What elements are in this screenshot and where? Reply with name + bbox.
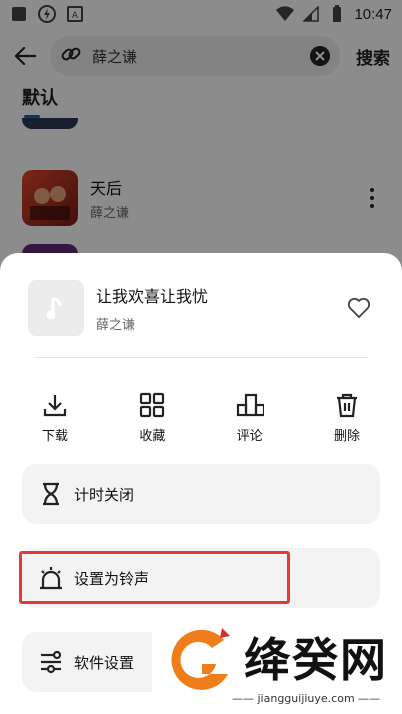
sheet-artist: 薛之谦 — [96, 318, 136, 333]
hourglass-icon — [38, 481, 64, 507]
trash-icon — [333, 391, 361, 419]
action-row: 下载 收藏 评论 删除 — [24, 391, 378, 444]
settings-icon — [38, 649, 64, 675]
sheet-song-title: 让我欢喜让我忧 — [96, 287, 209, 306]
download-icon — [41, 391, 69, 419]
download-label: 下载 — [41, 429, 68, 444]
grid-icon — [138, 391, 166, 419]
watermark-logo-icon — [171, 628, 230, 690]
highlight-box — [19, 551, 290, 604]
sheet-header: 让我欢喜让我忧 薛之谦 — [28, 280, 372, 336]
comment-button[interactable]: 评论 — [219, 391, 281, 444]
timer-close-item[interactable]: 计时关闭 — [22, 464, 380, 524]
chart-icon — [236, 391, 264, 419]
watermark-brand: 绛癸网 — [244, 633, 388, 687]
watermark: 绛癸网 —— jiangguijiuye.com —— — [152, 618, 402, 714]
delete-label: 删除 — [333, 429, 360, 444]
delete-button[interactable]: 删除 — [316, 391, 378, 444]
favorite-heart-icon[interactable] — [346, 295, 372, 321]
collect-label: 收藏 — [139, 429, 166, 444]
collect-button[interactable]: 收藏 — [121, 391, 183, 444]
app-settings-label: 软件设置 — [74, 653, 135, 672]
timer-close-label: 计时关闭 — [74, 485, 135, 504]
watermark-url: —— jiangguijiuye.com —— — [232, 692, 381, 705]
music-note-icon — [28, 280, 84, 336]
divider — [34, 357, 368, 358]
download-button[interactable]: 下载 — [24, 391, 86, 444]
comment-label: 评论 — [236, 429, 263, 444]
